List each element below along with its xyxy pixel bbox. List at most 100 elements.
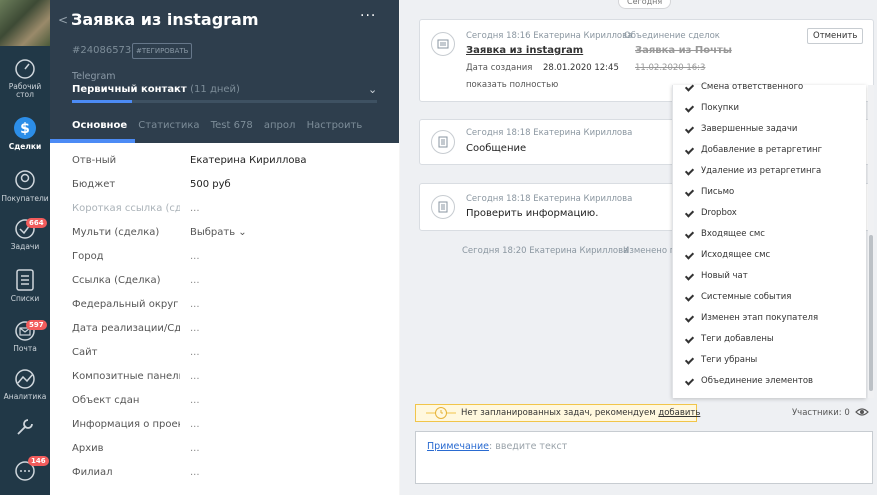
filter-option[interactable]: Dropbox	[673, 203, 866, 224]
chevron-down-icon[interactable]: ⌄	[368, 83, 377, 96]
add-task-link[interactable]: добавить	[658, 408, 700, 418]
filter-option[interactable]: Теги добавлены	[673, 329, 866, 350]
field-row[interactable]: Информация о проек...	[72, 419, 392, 443]
lead-title[interactable]: Заявка из instagram	[71, 10, 259, 29]
event-meta: Сегодня 18:18 Екатерина Кириллова	[466, 128, 633, 138]
nav-deals[interactable]: $ Сделки	[0, 116, 50, 151]
filter-option[interactable]: Письмо	[673, 182, 866, 203]
field-value[interactable]: ...	[190, 467, 200, 478]
cancel-button[interactable]: Отменить	[807, 28, 864, 44]
checkbox-checked-icon[interactable]	[685, 146, 694, 155]
filter-option[interactable]: Объединение элементов	[673, 371, 866, 392]
field-value[interactable]: ...	[190, 371, 200, 382]
nav-customers[interactable]: Покупатели	[0, 168, 50, 203]
tab-test678[interactable]: Test 678	[211, 120, 253, 131]
nav-settings[interactable]	[0, 416, 50, 441]
field-value[interactable]: Екатерина Кириллова	[190, 155, 307, 166]
field-row[interactable]: Дата реализации/Сда...	[72, 323, 392, 347]
checkbox-checked-icon[interactable]	[685, 293, 694, 302]
filter-option[interactable]: Покупки	[673, 98, 866, 119]
checkbox-checked-icon[interactable]	[685, 377, 694, 386]
field-label: Бюджет	[72, 179, 116, 190]
user-avatar[interactable]	[0, 0, 50, 46]
field-row[interactable]: Мульти (сделка) Выбрать ⌄	[72, 227, 392, 251]
more-menu-icon[interactable]: ···	[360, 8, 376, 24]
note-type-link[interactable]: Примечание	[427, 441, 489, 452]
stage-progress	[72, 100, 377, 103]
filter-option[interactable]: Добавление в ретаргетинг	[673, 140, 866, 161]
nav-analytics[interactable]: Аналитика	[0, 368, 50, 401]
field-value[interactable]: ...	[190, 275, 200, 286]
created-date: 28.01.2020 12:45	[543, 63, 619, 73]
checkbox-checked-icon[interactable]	[685, 314, 694, 323]
field-row[interactable]: Сайт...	[72, 347, 392, 371]
checkbox-checked-icon[interactable]	[685, 251, 694, 260]
field-row[interactable]: Композитные панели...	[72, 371, 392, 395]
field-value[interactable]: ...	[190, 251, 200, 262]
tag-button[interactable]: #ТЕГИРОВАТЬ	[132, 43, 193, 59]
filter-option[interactable]: Удаление из ретаргетинга	[673, 161, 866, 182]
show-full-link[interactable]: показать полностью	[466, 80, 558, 90]
field-value[interactable]: ...	[190, 347, 200, 358]
back-chevron-icon[interactable]: <	[58, 13, 68, 27]
mail-badge: 597	[26, 320, 47, 330]
nav-mail[interactable]: Почта 597	[0, 320, 50, 353]
filter-option[interactable]: Изменен этап покупателя	[673, 308, 866, 329]
field-row[interactable]: Архив...	[72, 443, 392, 467]
dropdown-scrollbar[interactable]	[868, 85, 874, 398]
tab-statistics[interactable]: Статистика	[138, 120, 199, 131]
field-value[interactable]: ...	[190, 203, 200, 214]
field-row[interactable]: Филиал...	[72, 467, 392, 491]
filter-option-label: Завершенные задачи	[701, 124, 798, 134]
field-value[interactable]: ...	[190, 443, 200, 454]
field-value[interactable]: ...	[190, 419, 200, 430]
checkbox-checked-icon[interactable]	[685, 356, 694, 365]
checkbox-checked-icon[interactable]	[685, 104, 694, 113]
nav-lists[interactable]: Списки	[0, 268, 50, 303]
field-value[interactable]: ...	[190, 323, 200, 334]
checkbox-checked-icon[interactable]	[685, 167, 694, 176]
nav-tasks[interactable]: Задачи 664	[0, 218, 50, 251]
filter-option[interactable]: Исходящее смс	[673, 245, 866, 266]
filter-option[interactable]: Входящее смс	[673, 224, 866, 245]
field-label: Отв-ный	[72, 155, 117, 166]
filter-option[interactable]: Теги убраны	[673, 350, 866, 371]
field-label: Объект сдан	[72, 395, 140, 406]
eye-icon[interactable]	[855, 407, 869, 417]
checkbox-checked-icon[interactable]	[685, 209, 694, 218]
field-row[interactable]: Ссылка (Сделка)...	[72, 275, 392, 299]
stage-selector[interactable]: Первичный контакт (11 дней)	[72, 84, 240, 95]
pipeline-name: Telegram	[72, 71, 116, 82]
field-row[interactable]: Отв-ный Екатерина Кириллова	[72, 155, 392, 179]
tab-configure[interactable]: Настроить	[307, 120, 363, 131]
tasks-badge: 664	[26, 218, 47, 228]
checkbox-checked-icon[interactable]	[685, 230, 694, 239]
field-value[interactable]: 500 руб	[190, 179, 231, 190]
checkbox-checked-icon[interactable]	[685, 188, 694, 197]
field-row[interactable]: Федеральный округ...	[72, 299, 392, 323]
checkbox-checked-icon[interactable]	[685, 272, 694, 281]
filter-option[interactable]: Системные события	[673, 287, 866, 308]
field-row[interactable]: Бюджет 500 руб	[72, 179, 392, 203]
field-row[interactable]: Город...	[72, 251, 392, 275]
tab-main[interactable]: Основное	[72, 120, 127, 131]
filter-option[interactable]: Смена ответственного	[673, 77, 866, 98]
field-value[interactable]: ...	[190, 395, 200, 406]
merged-lead-link[interactable]: Заявка из instagram	[466, 45, 583, 56]
card-tabs: Основное Статистика Test 678 апрол Настр…	[72, 120, 370, 131]
tab-aprol[interactable]: апрол	[264, 120, 296, 131]
checkbox-checked-icon[interactable]	[685, 125, 694, 134]
checkbox-checked-icon[interactable]	[685, 335, 694, 344]
created-label: Дата создания	[466, 63, 533, 73]
nav-chat[interactable]: 146	[0, 456, 50, 485]
field-row[interactable]: Короткая ссылка (сде...	[72, 203, 392, 227]
filter-option[interactable]: Завершенные задачи	[673, 119, 866, 140]
filter-option-label: Новый чат	[701, 271, 748, 281]
field-value[interactable]: Выбрать ⌄	[190, 227, 247, 238]
checkbox-checked-icon[interactable]	[685, 83, 694, 92]
note-input[interactable]: Примечание: введите текст	[415, 431, 873, 484]
field-value[interactable]: ...	[190, 299, 200, 310]
filter-option[interactable]: Новый чат	[673, 266, 866, 287]
nav-dashboard[interactable]: Рабочий стол	[0, 58, 50, 99]
field-row[interactable]: Объект сдан...	[72, 395, 392, 419]
